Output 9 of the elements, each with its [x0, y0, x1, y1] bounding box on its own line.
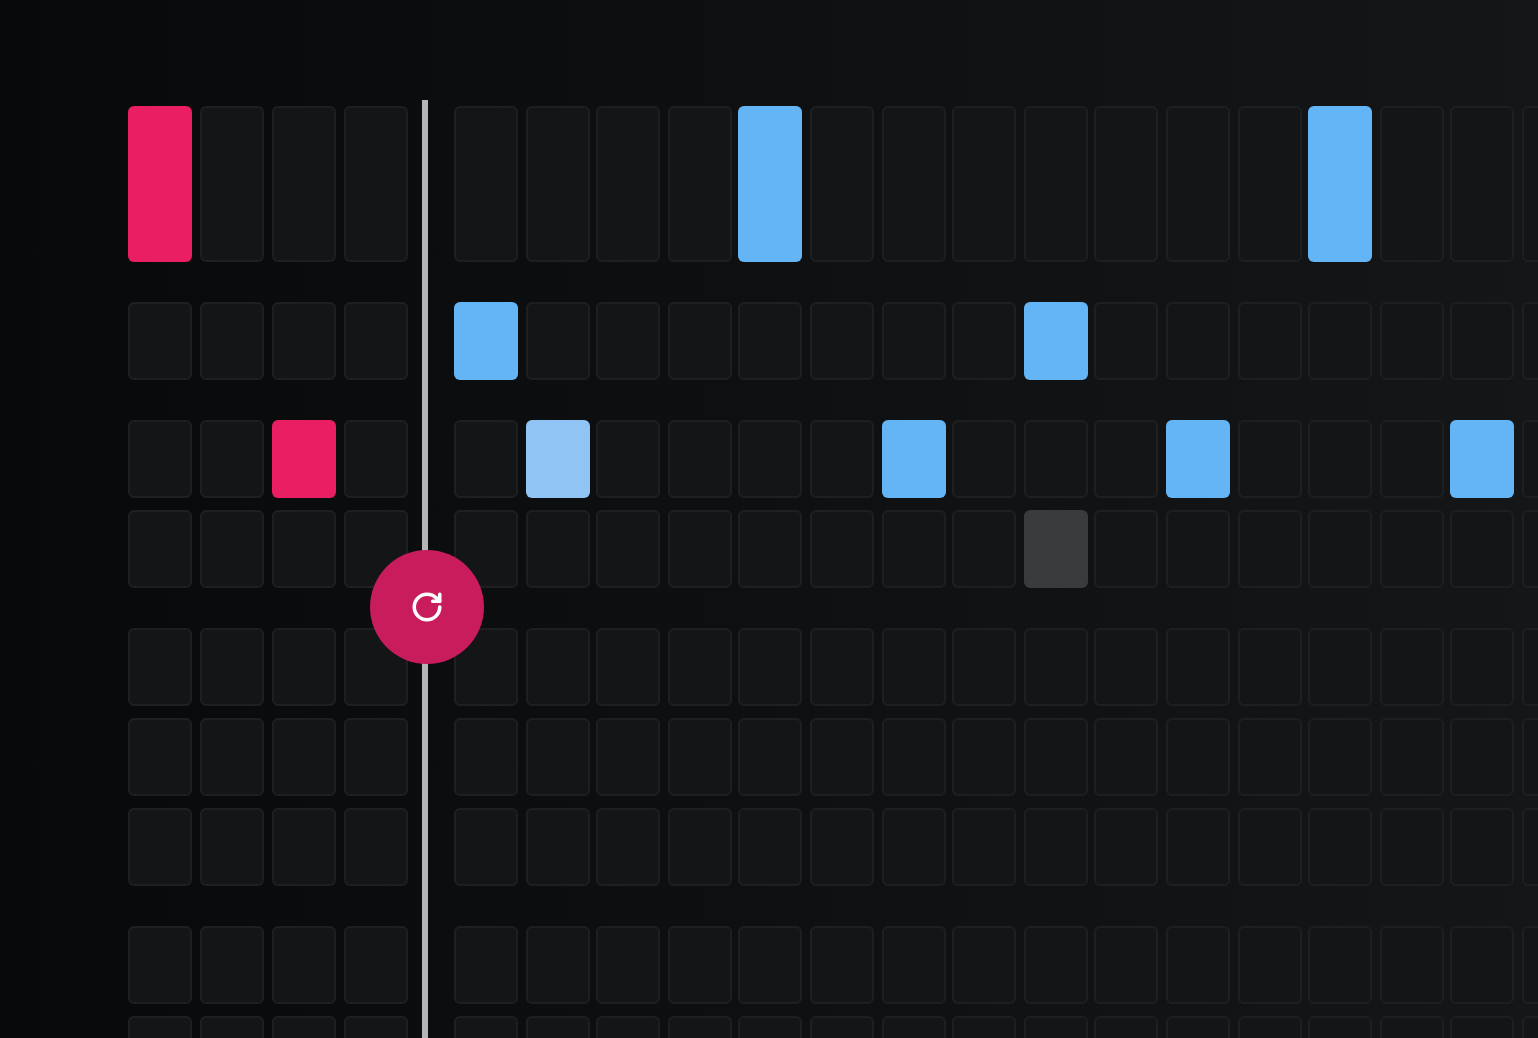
active-step-pad[interactable] — [525, 420, 590, 498]
hovered-step-pad[interactable] — [1023, 510, 1088, 588]
step-pad[interactable] — [454, 510, 518, 588]
active-step-pad[interactable] — [881, 420, 946, 498]
active-step-pad[interactable] — [1165, 420, 1230, 498]
active-step-pad[interactable] — [1450, 420, 1515, 498]
active-step-pad[interactable] — [1023, 302, 1088, 380]
refresh-icon — [410, 590, 444, 624]
step-pad[interactable] — [454, 628, 518, 706]
